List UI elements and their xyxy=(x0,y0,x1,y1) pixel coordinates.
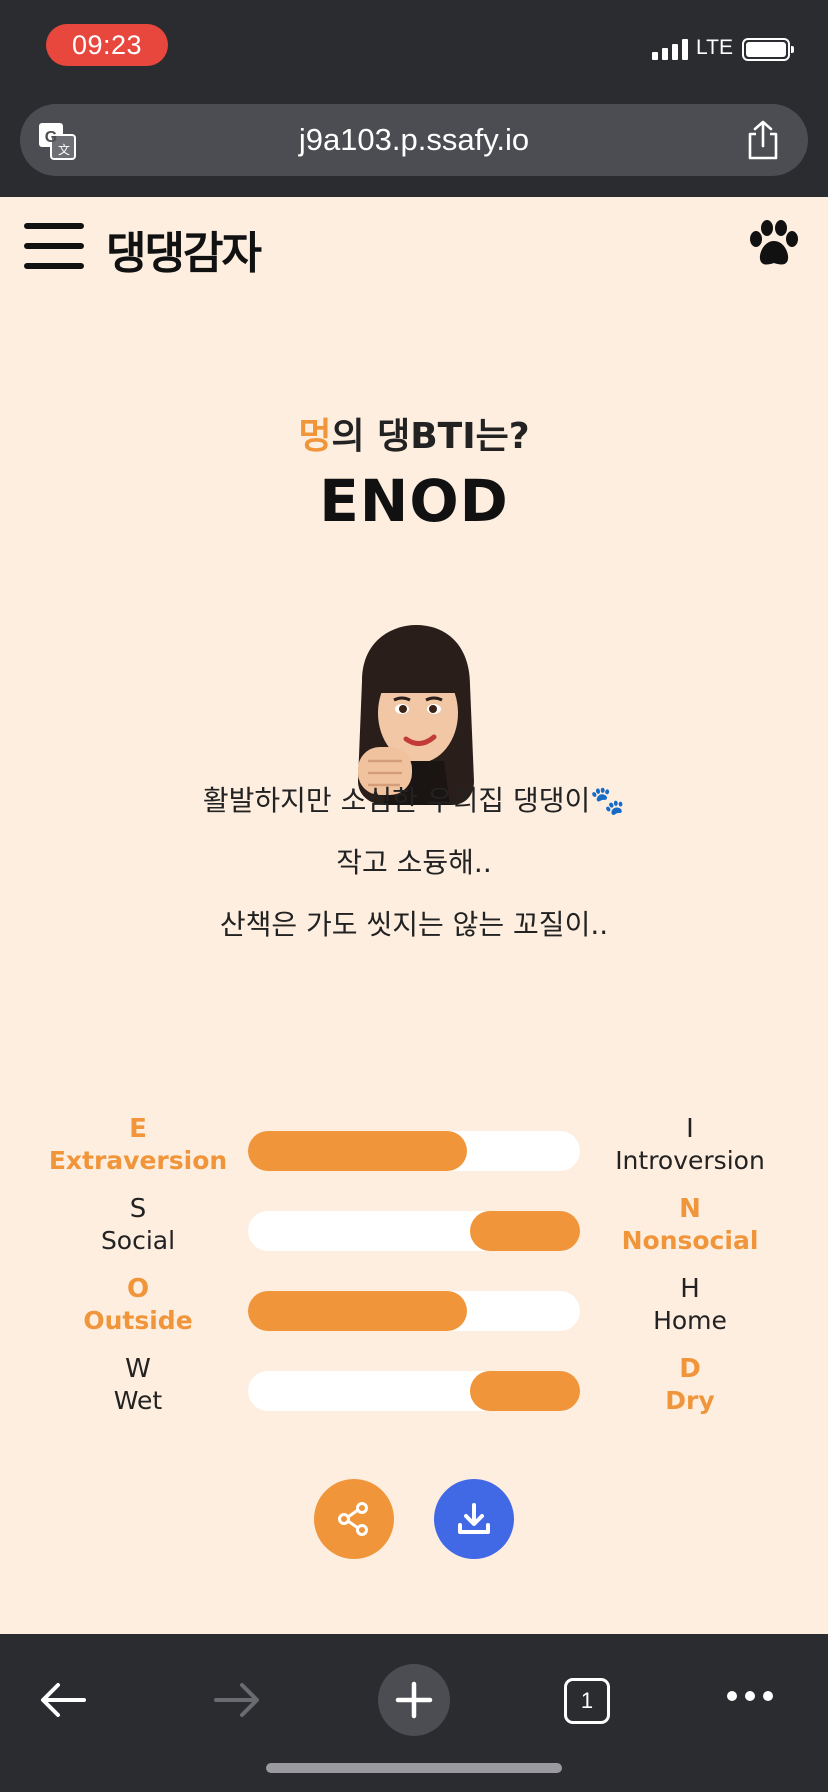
trait-bar xyxy=(248,1291,580,1331)
question-text: 의 댕BTI는? xyxy=(331,416,530,457)
trait-left-word: Outside xyxy=(83,1306,193,1335)
back-arrow-icon[interactable] xyxy=(38,1680,88,1720)
trait-right-letter: N xyxy=(679,1194,701,1224)
tabs-icon[interactable]: 1 xyxy=(564,1678,610,1724)
trait-right: D Dry xyxy=(590,1353,790,1417)
trait-right: H Home xyxy=(590,1273,790,1337)
new-tab-button[interactable] xyxy=(378,1664,450,1736)
url-text[interactable]: j9a103.p.ssafy.io xyxy=(20,104,808,176)
trait-right-letter: D xyxy=(679,1354,701,1384)
brand-logo[interactable]: 댕댕감자 xyxy=(106,217,262,281)
address-bar[interactable]: G 文 j9a103.p.ssafy.io xyxy=(20,104,808,176)
paw-icon[interactable] xyxy=(746,219,802,269)
trait-right-letter: H xyxy=(680,1274,700,1304)
signal-icon xyxy=(652,38,692,60)
trait-bar-fill xyxy=(470,1371,580,1411)
trait-bar-fill xyxy=(248,1291,467,1331)
trait-left-letter: O xyxy=(126,1274,150,1304)
trait-left: S Social xyxy=(38,1193,238,1257)
trait-left: O Outside xyxy=(38,1273,238,1337)
share-button[interactable] xyxy=(314,1479,394,1559)
trait-left-word: Extraversion xyxy=(48,1146,228,1175)
trait-left-word: Social xyxy=(100,1226,176,1255)
trait-row: E Extraversion I Introversion xyxy=(0,1113,828,1191)
trait-bar xyxy=(248,1211,580,1251)
trait-bar xyxy=(248,1371,580,1411)
description-line-1: 활발하지만 소심한 우리집 댕댕이🐾 xyxy=(202,784,626,817)
result-question: 멍의 댕BTI는? xyxy=(0,407,828,459)
trait-right-word: Dry xyxy=(665,1386,715,1415)
trait-left-word: Wet xyxy=(113,1386,163,1415)
trait-left-letter: S xyxy=(129,1194,147,1224)
description-line-3: 산책은 가도 씻지는 않는 꼬질이.. xyxy=(219,908,609,941)
description-line-2: 작고 소듕해.. xyxy=(336,846,492,879)
trait-right-letter: I xyxy=(686,1114,694,1144)
trait-bar-fill xyxy=(248,1131,467,1171)
tab-count: 1 xyxy=(580,1688,594,1713)
trait-right-word: Nonsocial xyxy=(621,1226,759,1255)
share-icon xyxy=(338,1502,368,1536)
forward-arrow-icon[interactable] xyxy=(212,1680,262,1720)
trait-right: N Nonsocial xyxy=(590,1193,790,1257)
trait-row: S Social N Nonsocial xyxy=(0,1193,828,1271)
home-indicator xyxy=(266,1763,562,1773)
trait-left: E Extraversion xyxy=(38,1113,238,1177)
mbti-type: ENOD xyxy=(319,467,509,535)
trait-row: W Wet D Dry xyxy=(0,1353,828,1431)
page-content: 댕댕감자 멍의 댕BTI는? ENOD 활발하지만 소심한 우리집 댕댕이🐾 작… xyxy=(0,197,828,1634)
share-ios-icon[interactable] xyxy=(746,120,780,160)
download-icon xyxy=(458,1503,490,1534)
clock: 09:23 xyxy=(46,24,168,66)
more-icon[interactable] xyxy=(726,1690,774,1702)
network-label: LTE xyxy=(696,36,733,59)
trait-bar-fill xyxy=(470,1211,580,1251)
trait-right-word: Home xyxy=(653,1306,727,1335)
dog-name: 멍 xyxy=(298,416,332,457)
download-button[interactable] xyxy=(434,1479,514,1559)
trait-left: W Wet xyxy=(38,1353,238,1417)
trait-bar xyxy=(248,1131,580,1171)
menu-icon[interactable] xyxy=(24,223,84,269)
status-bar: 09:23 LTE xyxy=(0,0,828,96)
battery-icon xyxy=(742,38,794,61)
trait-left-letter: W xyxy=(125,1354,151,1384)
trait-right-word: Introversion xyxy=(615,1146,765,1175)
trait-row: O Outside H Home xyxy=(0,1273,828,1351)
trait-left-letter: E xyxy=(129,1114,147,1144)
trait-right: I Introversion xyxy=(590,1113,790,1177)
